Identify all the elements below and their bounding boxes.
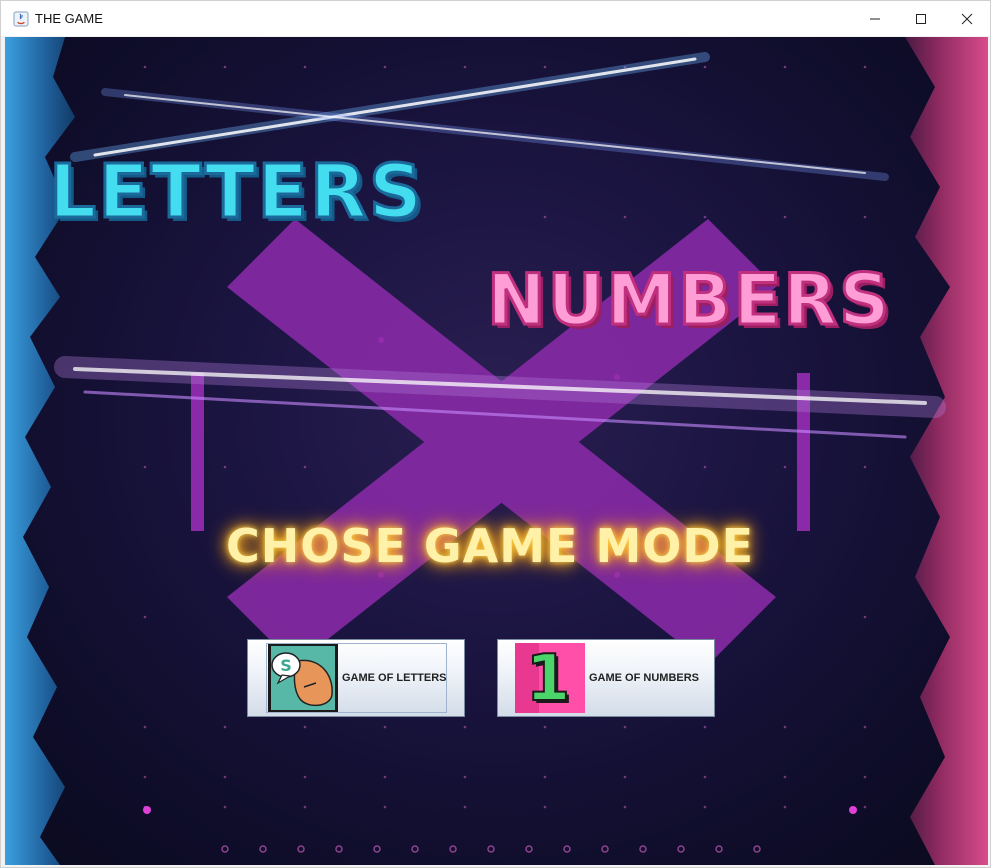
title-bar[interactable]: THE GAME [1, 1, 990, 36]
letters-title: LETTERS [47, 148, 425, 237]
number-one-icon: 1 1 [515, 643, 585, 713]
game-of-letters-label: GAME OF LETTERS [342, 672, 447, 684]
game-of-letters-button[interactable]: S GAME OF LETTERS [247, 639, 465, 717]
numbers-title: NUMBERS [486, 258, 892, 343]
game-window: THE GAME LETTERS NUMBERS CHOSE GAME MODE… [0, 0, 991, 868]
game-of-numbers-button[interactable]: 1 1 GAME OF NUMBERS [497, 639, 715, 717]
close-button[interactable] [944, 1, 990, 36]
minimize-button[interactable] [852, 1, 898, 36]
minimize-icon [870, 18, 880, 19]
maximize-button[interactable] [898, 1, 944, 36]
choose-mode-heading: CHOSE GAME MODE [226, 519, 754, 573]
maximize-icon [916, 13, 926, 24]
svg-text:S: S [280, 656, 292, 675]
right-rock-edge [905, 37, 988, 865]
java-app-icon [13, 11, 29, 27]
svg-text:1: 1 [526, 643, 571, 713]
game-of-numbers-label: GAME OF NUMBERS [589, 672, 699, 684]
close-icon [961, 13, 973, 24]
game-menu-panel: LETTERS NUMBERS CHOSE GAME MODE S GAME O… [5, 37, 988, 865]
bottom-ring-row [221, 845, 761, 853]
speech-bubble-face-icon: S [268, 643, 338, 713]
window-title: THE GAME [35, 11, 103, 26]
